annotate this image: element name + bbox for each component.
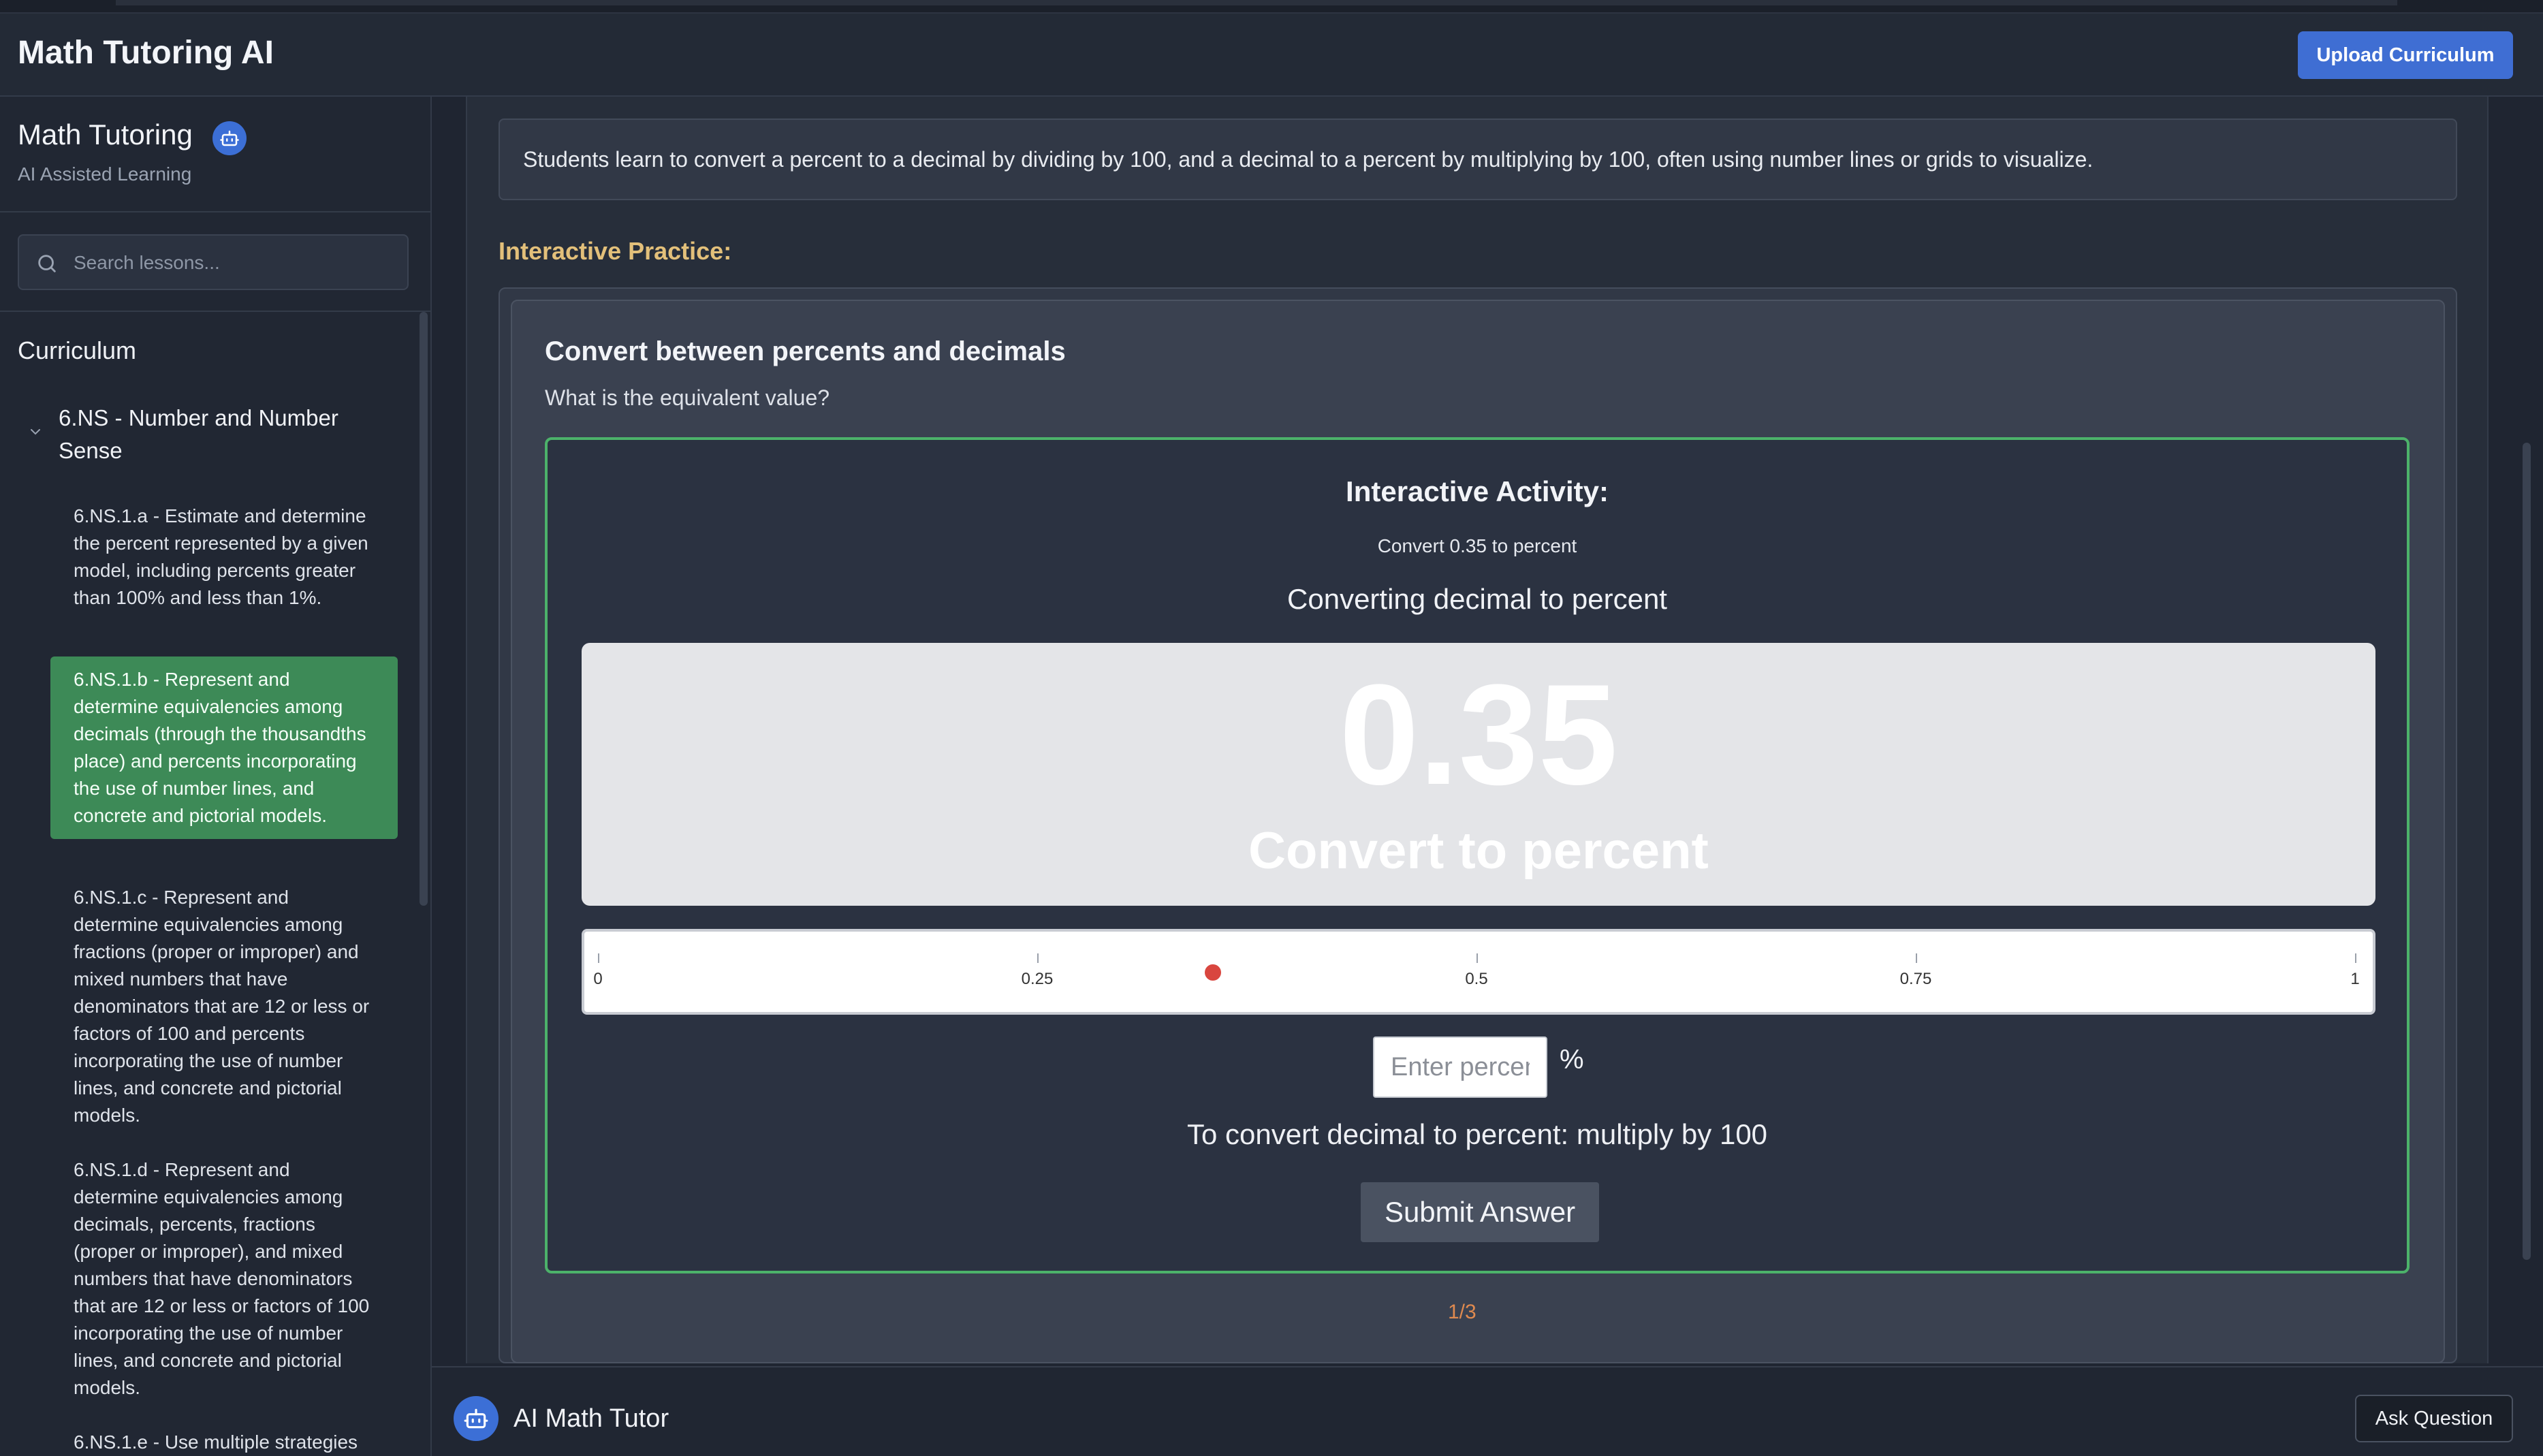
chevron-down-icon[interactable] (27, 424, 44, 440)
number-line-tick (598, 953, 599, 963)
search-input[interactable] (74, 247, 394, 279)
number-line-tick-label: 0.75 (1899, 970, 1932, 988)
interactive-practice-label: Interactive Practice: (499, 237, 732, 265)
divider (0, 211, 430, 212)
number-line[interactable]: 0 0.25 0.5 0.75 1 (582, 929, 2375, 1015)
page-indicator: 1/3 (1448, 1301, 1476, 1323)
question-title: Convert between percents and decimals (545, 336, 1066, 366)
robot-icon (454, 1396, 499, 1441)
percent-sign: % (1560, 1045, 1584, 1075)
curriculum-title: Curriculum (18, 336, 137, 364)
divider (0, 311, 430, 312)
search-box (18, 234, 409, 290)
conversion-hint: To convert decimal to percent: multiply … (1186, 1118, 1768, 1150)
lesson-item-6ns1b[interactable]: 6.NS.1.b - Represent and determine equiv… (50, 656, 398, 839)
lesson-description: Students learn to convert a percent to a… (499, 118, 2457, 200)
activity-mode: Converting decimal to percent (1287, 583, 1667, 615)
main-scrollbar[interactable] (2523, 443, 2531, 1260)
ai-tutor-bar: AI Math Tutor Ask Question (432, 1366, 2543, 1456)
number-line-tick-label: 0 (593, 970, 603, 988)
search-icon (38, 255, 56, 272)
activity-prompt: Convert 0.35 to percent (1377, 535, 1577, 556)
window-top-strip (0, 0, 2543, 14)
top-scroll-strip (116, 0, 2397, 5)
lesson-item-6ns1e[interactable]: 6.NS.1.e - Use multiple strategies (50, 1425, 398, 1456)
sidebar: Math Tutoring AI Assisted Learning Curri… (0, 97, 432, 1456)
number-line-marker[interactable] (1205, 964, 1221, 981)
number-line-tick (1916, 953, 1917, 963)
number-line-tick (2355, 953, 2356, 963)
curriculum-group-6ns[interactable]: 6.NS - Number and Number Sense (59, 402, 385, 467)
lesson-item-6ns1a[interactable]: 6.NS.1.a - Estimate and determine the pe… (50, 498, 398, 616)
number-line-tick-label: 1 (2350, 970, 2360, 988)
sidebar-subtitle: AI Assisted Learning (18, 163, 192, 185)
big-caption: Convert to percent (1248, 822, 1709, 880)
lesson-item-6ns1c[interactable]: 6.NS.1.c - Represent and determine equiv… (50, 880, 398, 1133)
ask-question-button[interactable]: Ask Question (2355, 1395, 2513, 1442)
number-line-tick (1037, 953, 1039, 963)
robot-icon (212, 121, 247, 155)
percent-answer-input[interactable] (1373, 1036, 1547, 1098)
number-line-tick-label: 0.5 (1465, 970, 1488, 988)
submit-answer-button[interactable]: Submit Answer (1361, 1182, 1599, 1242)
lesson-item-6ns1d[interactable]: 6.NS.1.d - Represent and determine equiv… (50, 1152, 398, 1406)
upload-curriculum-button[interactable]: Upload Curriculum (2298, 31, 2513, 79)
app-title: Math Tutoring AI (18, 35, 274, 71)
big-value: 0.35 (1339, 654, 1618, 814)
question-subtitle: What is the equivalent value? (545, 385, 830, 410)
interactive-activity: Interactive Activity: Convert 0.35 to pe… (545, 437, 2410, 1273)
ai-tutor-label: AI Math Tutor (514, 1404, 669, 1433)
number-line-tick (1476, 953, 1478, 963)
activity-title: Interactive Activity: (1346, 475, 1609, 507)
sidebar-scrollbar[interactable] (420, 312, 428, 906)
value-display: 0.35 Convert to percent (582, 643, 2375, 906)
number-line-tick-label: 0.25 (1021, 970, 1054, 988)
sidebar-brand: Math Tutoring (18, 118, 193, 151)
app-header: Math Tutoring AI Upload Curriculum (0, 14, 2543, 97)
